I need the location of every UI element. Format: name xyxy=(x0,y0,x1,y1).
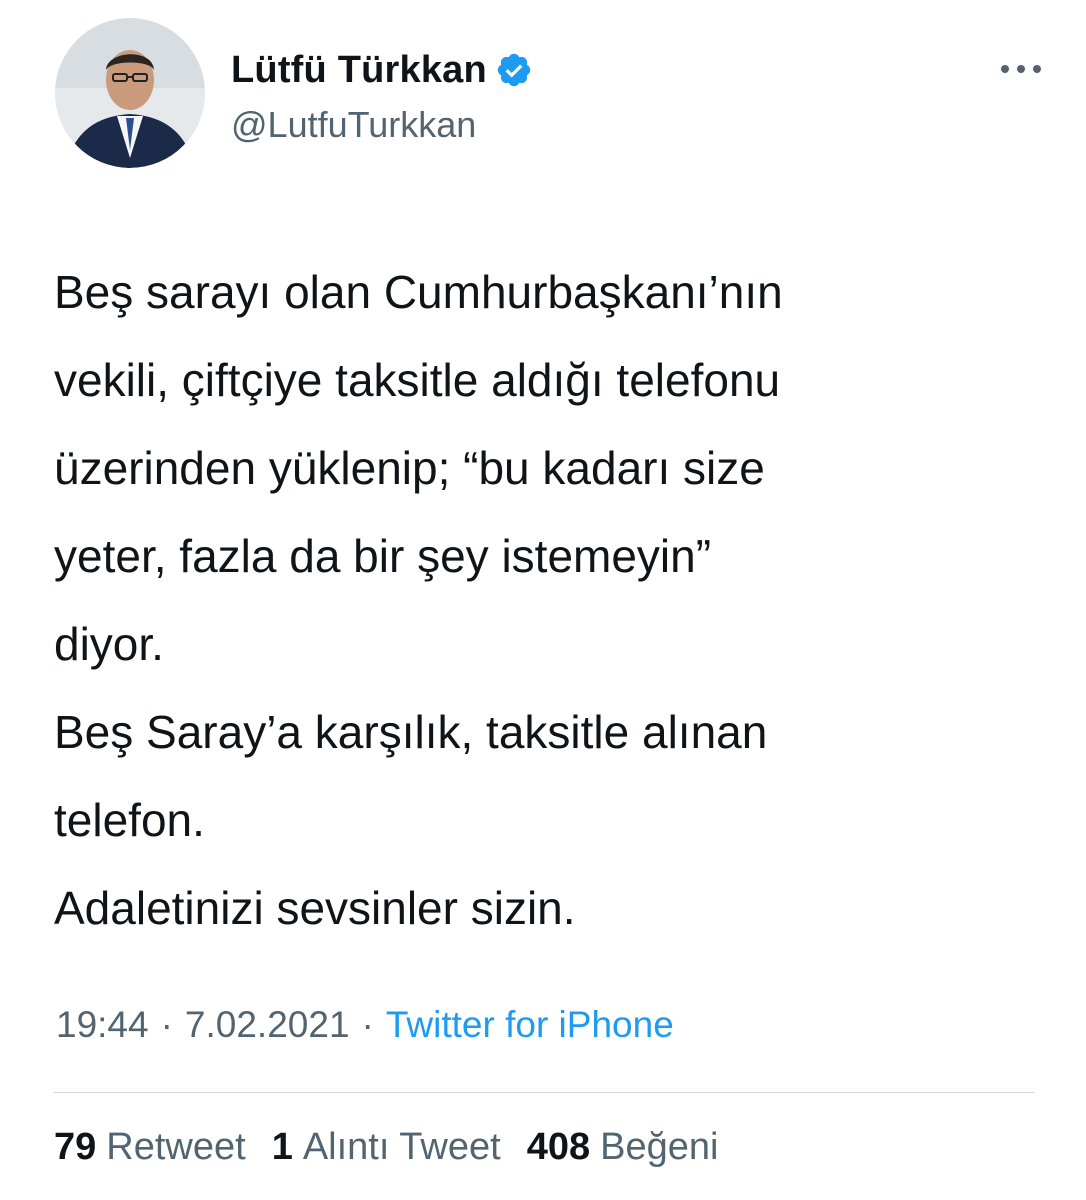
tweet-date[interactable]: 7.02.2021 xyxy=(185,1004,350,1046)
retweet-count[interactable]: 79 Retweet xyxy=(54,1126,246,1169)
quote-tweet-count-number: 1 xyxy=(271,1126,293,1168)
quote-tweet-count-label: Alıntı Tweet xyxy=(302,1126,501,1168)
tweet-time[interactable]: 19:44 xyxy=(56,1004,149,1046)
display-name-row: Lütfü Türkkan xyxy=(231,44,533,96)
meta-separator-2: · xyxy=(361,1004,374,1045)
tweet-card: Lütfü Türkkan @LutfuTurkkan Beş sarayı o… xyxy=(0,0,1086,1200)
meta-separator: · xyxy=(160,1004,173,1045)
like-count-label: Beğeni xyxy=(600,1126,719,1168)
like-count[interactable]: 408 Beğeni xyxy=(527,1126,719,1169)
divider xyxy=(54,1092,1034,1093)
tweet-header: Lütfü Türkkan @LutfuTurkkan xyxy=(55,18,1045,178)
avatar-image xyxy=(55,18,205,168)
tweet-stats: 79 Retweet 1 Alıntı Tweet 408 Beğeni xyxy=(54,1126,744,1169)
display-name[interactable]: Lütfü Türkkan xyxy=(231,49,487,92)
tweet-source-link[interactable]: Twitter for iPhone xyxy=(386,1004,674,1046)
retweet-count-label: Retweet xyxy=(106,1126,246,1168)
avatar[interactable] xyxy=(55,18,205,168)
like-count-number: 408 xyxy=(526,1126,591,1168)
quote-tweet-count[interactable]: 1 Alıntı Tweet xyxy=(272,1126,501,1169)
more-options-icon[interactable] xyxy=(997,54,1045,84)
tweet-meta: 19:44 · 7.02.2021 · Twitter for iPhone xyxy=(56,1004,674,1046)
author-names: Lütfü Türkkan @LutfuTurkkan xyxy=(231,44,533,146)
retweet-count-number: 79 xyxy=(54,1126,97,1168)
tweet-text: Beş sarayı olan Cumhurbaşkanı’nın vekili… xyxy=(54,266,783,934)
author-handle[interactable]: @LutfuTurkkan xyxy=(231,104,533,146)
verified-badge-icon xyxy=(495,51,533,89)
